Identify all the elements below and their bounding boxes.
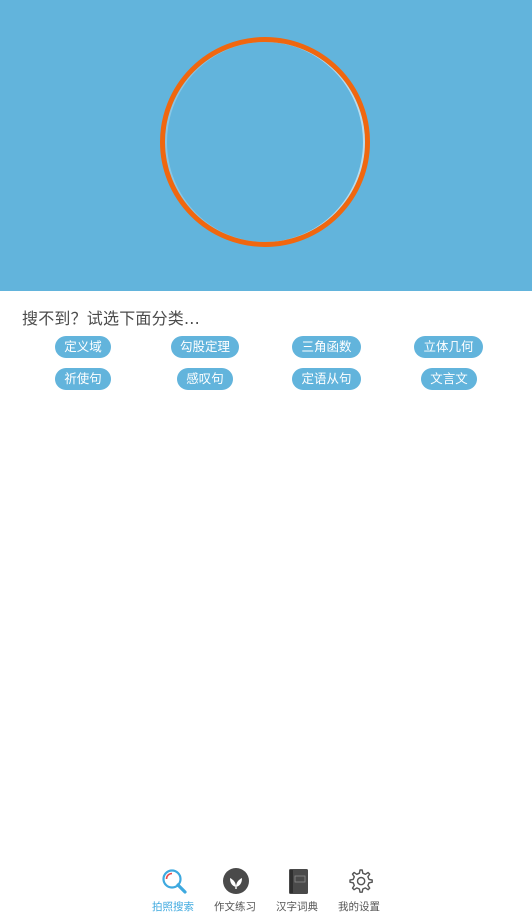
category-chip[interactable]: 定义域 — [55, 336, 111, 358]
category-chip[interactable]: 勾股定理 — [171, 336, 239, 358]
category-chip[interactable]: 定语从句 — [292, 368, 361, 390]
tab-label: 汉字词典 — [276, 901, 318, 913]
category-chip[interactable]: 感叹句 — [177, 368, 233, 390]
tab-label: 拍照搜索 — [152, 901, 194, 913]
category-chip[interactable]: 三角函数 — [292, 336, 361, 358]
search-prompt-text: 搜不到？试选下面分类... — [22, 309, 200, 328]
capture-button[interactable] — [160, 37, 370, 247]
tab-photo-search[interactable]: 拍照搜索 — [142, 862, 204, 918]
category-chip[interactable]: 祈使句 — [55, 368, 111, 390]
gear-icon — [349, 869, 373, 893]
capture-ring-highlight — [165, 42, 365, 242]
tab-label: 作文练习 — [214, 901, 256, 913]
tab-my-settings[interactable]: 我的设置 — [328, 862, 390, 918]
camera-header — [0, 0, 532, 291]
leaf-icon — [223, 868, 249, 894]
bottom-tab-bar: 拍照搜索 作文练习 汉字词典 我的设置 — [0, 862, 532, 921]
category-chip[interactable]: 立体几何 — [414, 336, 483, 358]
tab-label: 我的设置 — [338, 901, 380, 913]
tab-essay-practice[interactable]: 作文练习 — [204, 862, 266, 918]
category-chip[interactable]: 文言文 — [421, 368, 477, 390]
tab-dictionary[interactable]: 汉字词典 — [266, 862, 328, 918]
dictionary-book-icon — [289, 869, 308, 894]
magnifier-icon — [162, 869, 187, 894]
